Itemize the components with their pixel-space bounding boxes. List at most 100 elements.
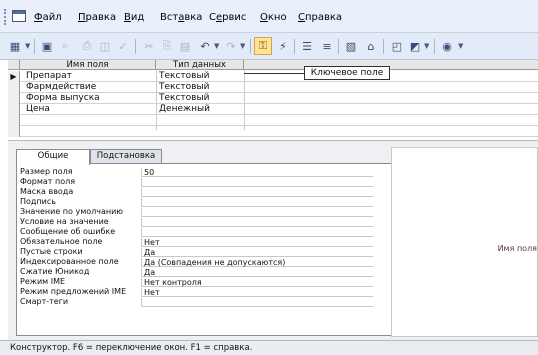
- property-value[interactable]: 50: [141, 168, 373, 177]
- paste-icon[interactable]: ▤: [176, 37, 194, 55]
- property-row[interactable]: Режим предложений IME Нет: [17, 287, 373, 297]
- toolbar-separator: [383, 39, 384, 54]
- toolbar-options-icon[interactable]: ▼: [458, 42, 463, 50]
- undo-icon[interactable]: ↶: [196, 37, 214, 55]
- property-value[interactable]: [141, 178, 373, 187]
- menu-edit[interactable]: Правка: [78, 12, 116, 23]
- property-value[interactable]: [141, 228, 373, 237]
- preview-icon[interactable]: ◫: [96, 37, 114, 55]
- redo-icon[interactable]: ↷: [222, 37, 240, 55]
- menu-window[interactable]: Окно: [260, 12, 287, 23]
- view-dropdown-icon[interactable]: ▼: [25, 42, 30, 50]
- insert-rows-icon[interactable]: ☰: [298, 37, 316, 55]
- row-selector-header: [8, 60, 20, 70]
- property-row[interactable]: Значение по умолчанию: [17, 207, 373, 217]
- property-row[interactable]: Формат поля: [17, 177, 373, 187]
- property-value[interactable]: [141, 188, 373, 197]
- menu-insert[interactable]: Вставка: [160, 12, 202, 23]
- property-row[interactable]: Режим IME Нет контроля: [17, 277, 373, 287]
- table-row[interactable]: Цена Денежный: [8, 104, 538, 115]
- menu-help[interactable]: Справка: [298, 12, 342, 23]
- properties-icon[interactable]: ▧: [342, 37, 360, 55]
- property-label: Формат поля: [20, 177, 76, 186]
- property-value[interactable]: [141, 208, 373, 217]
- property-label: Индексированное поле: [20, 257, 119, 266]
- print-icon[interactable]: ⎙: [78, 37, 96, 55]
- menu-view[interactable]: Вид: [124, 12, 144, 23]
- field-properties-panel: Общие Подстановка Размер поля 50 Формат п…: [8, 140, 538, 340]
- cut-icon[interactable]: ✂: [140, 37, 158, 55]
- property-row[interactable]: Смарт-теги: [17, 297, 373, 307]
- undo-dropdown-icon[interactable]: ▼: [214, 42, 219, 50]
- indexes-icon[interactable]: ⚡: [274, 37, 292, 55]
- properties-list: Размер поля 50 Формат поля Маска ввода По…: [16, 163, 393, 336]
- view-icon[interactable]: ▦: [6, 37, 24, 55]
- primary-key-icon[interactable]: ⚿: [254, 37, 272, 55]
- redo-dropdown-icon[interactable]: ▼: [240, 42, 245, 50]
- property-row[interactable]: Подпись: [17, 197, 373, 207]
- field-name-cell[interactable]: Препарат: [26, 71, 72, 82]
- field-type-cell[interactable]: Денежный: [159, 104, 210, 115]
- property-row[interactable]: Сжатие Юникод Да: [17, 267, 373, 277]
- property-value[interactable]: [141, 298, 373, 307]
- row-selector[interactable]: [8, 104, 20, 115]
- current-row-marker-icon[interactable]: ▶: [8, 71, 20, 82]
- toolbar-separator: [434, 39, 435, 54]
- property-label: Обязательное поле: [20, 237, 103, 246]
- tab-general[interactable]: Общие: [16, 149, 90, 165]
- field-type-cell[interactable]: Текстовый: [159, 71, 209, 82]
- column-header-name: Имя поля: [20, 60, 156, 70]
- property-row[interactable]: Размер поля 50: [17, 167, 373, 177]
- property-label: Режим IME: [20, 277, 66, 286]
- new-object-dropdown-icon[interactable]: ▼: [424, 42, 429, 50]
- property-row[interactable]: Сообщение об ошибке: [17, 227, 373, 237]
- table-row[interactable]: Фармдействие Текстовый: [8, 82, 538, 93]
- property-row[interactable]: Пустые строки Да: [17, 247, 373, 257]
- grid-header: Имя поля Тип данных: [8, 60, 538, 70]
- search-icon[interactable]: ⌕: [56, 37, 74, 55]
- toolbar: ▦ ▼ ▣ ⌕ ⎙ ◫ ✓ ✂ ⎘ ▤ ↶ ▼ ↷ ▼ ⚿ ⚡ ☰ ≡ ▧ ⌂ …: [0, 33, 538, 60]
- property-value[interactable]: Да: [141, 248, 373, 257]
- row-selector[interactable]: [8, 93, 20, 104]
- build-icon[interactable]: ⌂: [362, 37, 380, 55]
- database-window-icon[interactable]: ◰: [388, 37, 406, 55]
- spelling-icon[interactable]: ✓: [114, 37, 132, 55]
- property-value[interactable]: Да: [141, 268, 373, 277]
- row-selector[interactable]: [8, 82, 20, 93]
- row-selector[interactable]: [8, 126, 20, 137]
- table-row-empty[interactable]: [8, 126, 538, 137]
- property-row[interactable]: Условие на значение: [17, 217, 373, 227]
- table-row-empty[interactable]: [8, 115, 538, 126]
- menu-file[interactable]: Файл: [34, 12, 62, 23]
- copy-icon[interactable]: ⎘: [158, 37, 176, 55]
- property-value[interactable]: Нет контроля: [141, 278, 373, 287]
- menu-tools[interactable]: Сервис: [209, 12, 246, 23]
- field-type-cell[interactable]: Текстовый: [159, 93, 209, 104]
- delete-rows-icon[interactable]: ≡: [318, 37, 336, 55]
- property-value[interactable]: [141, 198, 373, 207]
- table-row[interactable]: Форма выпуска Текстовый: [8, 93, 538, 104]
- field-type-cell[interactable]: Текстовый: [159, 82, 209, 93]
- menu-grip[interactable]: [4, 9, 7, 25]
- field-name-cell[interactable]: Форма выпуска: [26, 93, 100, 104]
- tab-lookup[interactable]: Подстановка: [90, 149, 162, 163]
- property-row[interactable]: Маска ввода: [17, 187, 373, 197]
- hint-text: Имя поля: [497, 244, 537, 253]
- save-icon[interactable]: ▣: [38, 37, 56, 55]
- property-value[interactable]: Нет: [141, 288, 373, 297]
- property-hint-panel: Имя поля: [391, 147, 538, 337]
- property-value[interactable]: Нет: [141, 238, 373, 247]
- help-icon[interactable]: ◉: [438, 37, 456, 55]
- property-label: Сжатие Юникод: [20, 267, 90, 276]
- property-row[interactable]: Обязательное поле Нет: [17, 237, 373, 247]
- new-object-icon[interactable]: ◩: [406, 37, 424, 55]
- property-value[interactable]: Да (Совпадения не допускаются): [141, 258, 373, 267]
- row-selector[interactable]: [8, 115, 20, 126]
- property-value[interactable]: [141, 218, 373, 227]
- callout-pointer: [244, 73, 304, 74]
- field-name-cell[interactable]: Цена: [26, 104, 50, 115]
- window-icon[interactable]: [12, 10, 26, 22]
- field-name-cell[interactable]: Фармдействие: [26, 82, 96, 93]
- property-row[interactable]: Индексированное поле Да (Совпадения не до…: [17, 257, 373, 267]
- column-header-type: Тип данных: [156, 60, 244, 70]
